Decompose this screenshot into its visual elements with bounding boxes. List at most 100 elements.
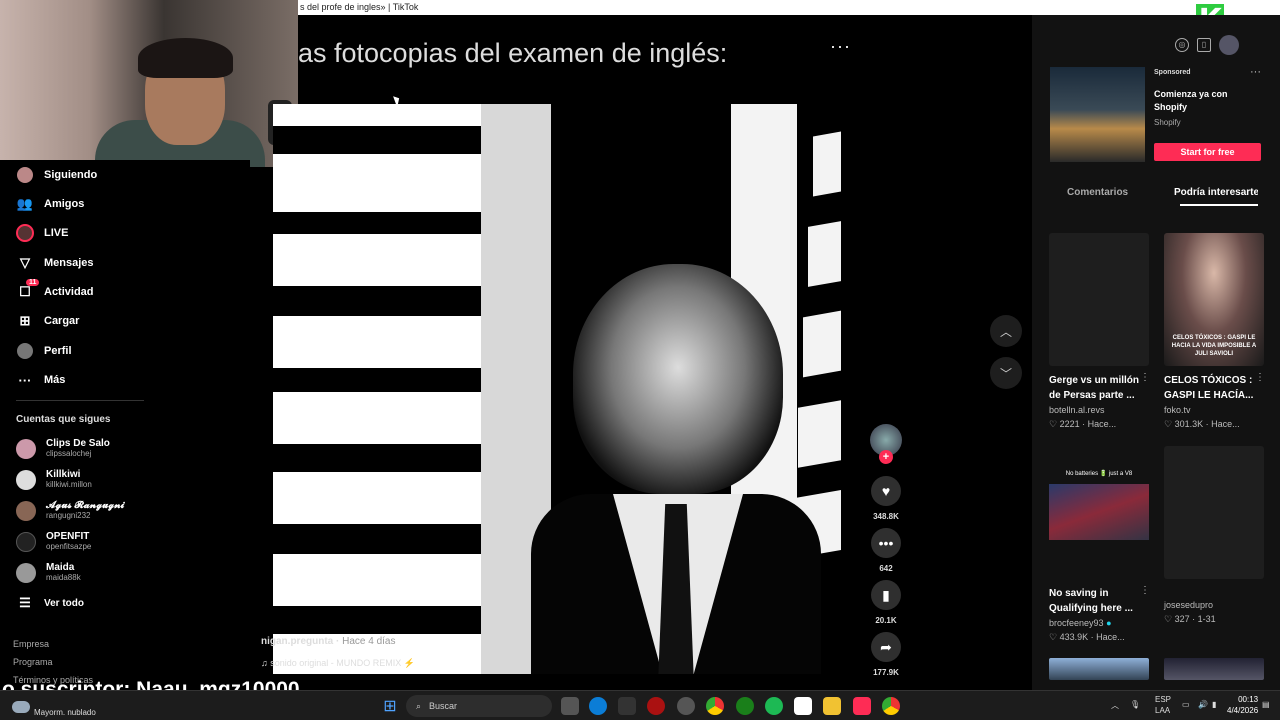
card-author[interactable]: botelln.al.revs (1049, 405, 1105, 415)
spotify-icon[interactable] (765, 697, 783, 715)
avatar (16, 562, 36, 583)
following-item[interactable]: Clips De Salo clipssalochej (16, 438, 110, 459)
follow-plus-icon[interactable]: + (879, 450, 893, 464)
nav-upload[interactable]: ⊞ Cargar (16, 312, 80, 330)
ad-thumbnail[interactable] (1050, 67, 1145, 162)
nav-activity[interactable]: ☐ 11 Actividad (16, 279, 94, 301)
chrome-icon[interactable] (882, 697, 900, 715)
windows-start-icon[interactable]: ⊞ (381, 697, 399, 715)
battery-icon[interactable]: ▮ (1212, 700, 1216, 709)
taskbar: Mayorm. nublado ⊞ ⌕ Buscar ︿ 🎙 ESP LAA ▭ 🔊… (0, 690, 1280, 720)
heart-icon[interactable]: ♥ (871, 476, 901, 506)
share-count: 177.9K (873, 668, 899, 677)
user-avatar[interactable] (1219, 35, 1239, 55)
like-count: 348.8K (873, 512, 899, 521)
card-author[interactable]: josesedupro (1164, 600, 1213, 610)
clock[interactable]: 00:13 4/4/2026 (1227, 694, 1258, 716)
avatar (16, 531, 36, 552)
nav-following[interactable]: Siguiendo (16, 166, 97, 184)
sidebar: Siguiendo 👥 Amigos LIVE ▽ Mensajes ☐ 11 A… (0, 160, 250, 690)
avatar (16, 469, 36, 490)
tab-comments[interactable]: Comentarios (1067, 187, 1128, 198)
card-thumbnail[interactable] (1049, 233, 1149, 366)
language-indicator[interactable]: ESP LAA (1155, 694, 1171, 716)
prev-video-button[interactable]: ︿ (990, 315, 1022, 347)
messages-icon: ▽ (20, 255, 30, 270)
obs-icon[interactable] (677, 697, 695, 715)
webcam-overlay (0, 0, 298, 167)
following-item[interactable]: OPENFIT openfitsazpe (16, 531, 91, 552)
avatar (16, 438, 36, 459)
verified-icon: ● (1106, 618, 1112, 628)
weather-text: Mayorm. nublado (34, 708, 96, 717)
card-thumbnail[interactable] (1049, 658, 1149, 680)
card-thumbnail[interactable] (1164, 658, 1264, 680)
footer-link[interactable]: Empresa (13, 639, 49, 649)
nav-live[interactable]: LIVE (16, 224, 68, 242)
nav-more[interactable]: ··· Más (16, 371, 66, 389)
microphone-icon[interactable]: 🎙 (1130, 700, 1140, 709)
card-title[interactable]: No saving in Qualifying here ... (1049, 586, 1141, 616)
comment-icon[interactable]: ••• (871, 528, 901, 558)
profile-icon (16, 342, 34, 360)
share-icon[interactable]: ➦ (871, 632, 901, 662)
friends-icon: 👥 (16, 196, 34, 211)
device-icon[interactable]: ▯ (1197, 38, 1211, 52)
card-thumbnail[interactable]: No batteries 🔋 just a V8 (1049, 446, 1149, 579)
video-player[interactable] (273, 104, 841, 674)
xbox-icon[interactable] (736, 697, 754, 715)
tab-suggested[interactable]: Podría interesarte (1174, 187, 1258, 198)
like-action[interactable]: ♥ 348.8K (866, 476, 906, 521)
comment-count: 642 (879, 564, 893, 573)
following-item[interactable]: Killkiwi killkiwi.millon (16, 469, 92, 490)
nav-friends[interactable]: 👥 Amigos (16, 195, 84, 213)
card-author[interactable]: brocfeeney93 ● (1049, 618, 1112, 628)
volume-icon[interactable]: 🔊 (1198, 700, 1208, 709)
ad-more-icon[interactable]: ··· (1250, 66, 1261, 78)
search-icon: ⌕ (416, 700, 422, 711)
card-more-icon[interactable]: ⋮ (1255, 372, 1265, 383)
more-options-icon[interactable]: ··· (830, 36, 851, 57)
comment-action[interactable]: ••• 642 (866, 528, 906, 573)
app-icon[interactable] (618, 697, 636, 715)
following-item[interactable]: Maida maida88k (16, 562, 81, 583)
chrome-icon[interactable] (706, 697, 724, 715)
card-stats: ♡ 327 · 1-31 (1164, 614, 1216, 624)
tiktok-icon[interactable] (853, 697, 871, 715)
more-icon: ··· (18, 372, 32, 388)
ad-cta-button[interactable]: Start for free (1154, 143, 1261, 161)
folder-icon[interactable] (823, 697, 841, 715)
network-icon[interactable]: ▭ (1182, 700, 1190, 709)
nav-messages[interactable]: ▽ Mensajes (16, 254, 94, 272)
tray-chevron-icon[interactable]: ︿ (1111, 700, 1119, 711)
taskbar-search[interactable]: ⌕ Buscar (406, 695, 552, 717)
card-title[interactable]: CELOS TÓXICOS : GASPI LE HACÍA... (1164, 373, 1256, 403)
activity-icon: ☐ 11 (16, 279, 40, 301)
card-title[interactable]: Gerge vs un millón de Persas parte ... (1049, 373, 1141, 403)
edge-icon[interactable] (589, 697, 607, 715)
video-sound[interactable]: ♫ sonido original - MUNDO REMIX ⚡ (261, 658, 415, 669)
capcut-icon[interactable] (794, 697, 812, 715)
next-video-button[interactable]: ﹀ (990, 357, 1022, 389)
card-thumbnail[interactable] (1164, 446, 1264, 579)
footer-link[interactable]: Programa (13, 657, 53, 667)
ad-brand: Shopify (1154, 118, 1181, 127)
tab-underline (1180, 204, 1258, 206)
card-more-icon[interactable]: ⋮ (1140, 585, 1150, 596)
list-icon: ☰ (19, 595, 31, 610)
see-all-link[interactable]: ☰ Ver todo (16, 594, 84, 612)
task-view-icon[interactable] (561, 697, 579, 715)
video-author[interactable]: nigan.pregunta · Hace 4 días (261, 636, 396, 647)
following-item[interactable]: 𝓐𝓰𝓾𝓼 𝓡𝓪𝓷𝓰𝓾𝓰𝓷𝓲 rangugni232 (16, 500, 124, 521)
save-action[interactable]: ▮ 20.1K (866, 580, 906, 625)
notification-icon[interactable]: ▤ (1262, 700, 1270, 709)
nav-profile[interactable]: Perfil (16, 342, 72, 360)
save-count: 20.1K (875, 616, 897, 625)
card-author[interactable]: foko.tv (1164, 405, 1191, 415)
compass-icon[interactable]: ◎ (1175, 38, 1189, 52)
card-thumbnail[interactable]: CELOS TÓXICOS : GASPI LE HACIA LA VIDA I… (1164, 233, 1264, 366)
card-more-icon[interactable]: ⋮ (1140, 372, 1150, 383)
share-action[interactable]: ➦ 177.9K (866, 632, 906, 677)
app-icon[interactable] (647, 697, 665, 715)
bookmark-icon[interactable]: ▮ (871, 580, 901, 610)
